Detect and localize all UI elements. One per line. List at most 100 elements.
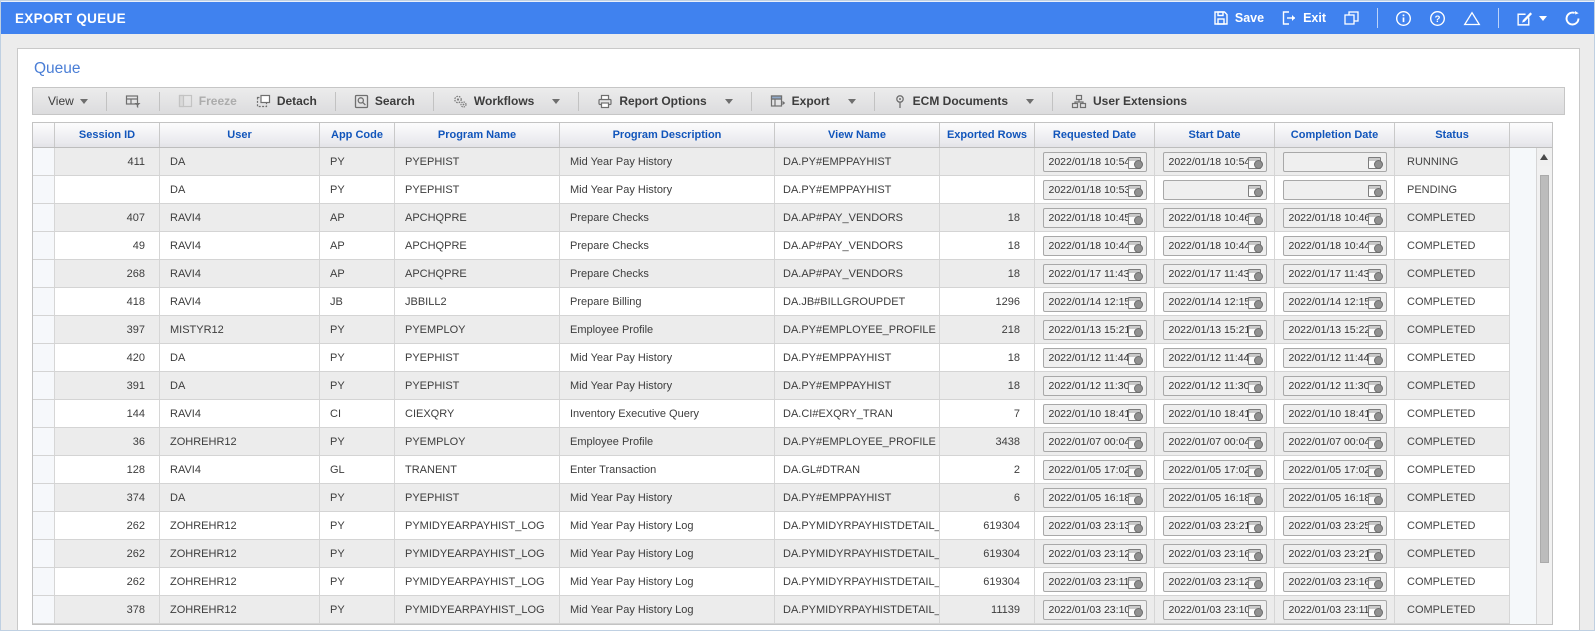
- calendar-clock-icon[interactable]: [1127, 211, 1143, 225]
- requested-date-input[interactable]: 2022/01/12 11:44: [1042, 347, 1147, 368]
- workflows-button[interactable]: Workflows: [447, 92, 565, 111]
- info-button[interactable]: [1395, 10, 1412, 27]
- start-date-input[interactable]: 2022/01/18 10:54: [1162, 151, 1267, 172]
- calendar-clock-icon[interactable]: [1247, 575, 1263, 589]
- completion-date-input[interactable]: [1282, 151, 1387, 172]
- scroll-up-button[interactable]: [1536, 148, 1552, 166]
- table-row[interactable]: 128 RAVI4 GL TRANENT Enter Transaction D…: [33, 456, 1510, 484]
- requested-date-input[interactable]: 2022/01/18 10:53: [1042, 179, 1147, 200]
- pages-button[interactable]: [1343, 10, 1360, 26]
- start-date-input[interactable]: 2022/01/03 23:12: [1162, 571, 1267, 592]
- row-selector[interactable]: [33, 288, 55, 315]
- column-header-exported-rows[interactable]: Exported Rows: [940, 123, 1035, 147]
- completion-date-input[interactable]: 2022/01/18 10:46: [1282, 207, 1387, 228]
- column-header-app-code[interactable]: App Code: [320, 123, 395, 147]
- requested-date-input[interactable]: 2022/01/05 17:02: [1042, 459, 1147, 480]
- row-selector[interactable]: [33, 540, 55, 567]
- column-header-program-description[interactable]: Program Description: [560, 123, 775, 147]
- search-button[interactable]: Search: [349, 92, 420, 111]
- save-button[interactable]: Save: [1213, 10, 1264, 26]
- requested-date-input[interactable]: 2022/01/17 11:43: [1042, 263, 1147, 284]
- calendar-clock-icon[interactable]: [1127, 239, 1143, 253]
- start-date-input[interactable]: 2022/01/18 10:44: [1162, 235, 1267, 256]
- query-by-example-button[interactable]: [120, 92, 146, 111]
- requested-date-input[interactable]: 2022/01/03 23:10: [1042, 599, 1147, 620]
- table-row[interactable]: 418 RAVI4 JB JBBILL2 Prepare Billing DA.…: [33, 288, 1510, 316]
- start-date-input[interactable]: 2022/01/03 23:21: [1162, 515, 1267, 536]
- user-extensions-button[interactable]: User Extensions: [1066, 92, 1192, 111]
- calendar-clock-icon[interactable]: [1367, 407, 1383, 421]
- table-row[interactable]: 374 DA PY PYEPHIST Mid Year Pay History …: [33, 484, 1510, 512]
- calendar-clock-icon[interactable]: [1127, 379, 1143, 393]
- table-row[interactable]: 420 DA PY PYEPHIST Mid Year Pay History …: [33, 344, 1510, 372]
- requested-date-input[interactable]: 2022/01/18 10:54: [1042, 151, 1147, 172]
- start-date-input[interactable]: 2022/01/07 00:04: [1162, 431, 1267, 452]
- help-button[interactable]: ?: [1429, 10, 1446, 27]
- calendar-clock-icon[interactable]: [1127, 463, 1143, 477]
- start-date-input[interactable]: 2022/01/03 23:10: [1162, 599, 1267, 620]
- column-header-completion-date[interactable]: Completion Date: [1275, 123, 1395, 147]
- row-selector[interactable]: [33, 400, 55, 427]
- start-date-input[interactable]: 2022/01/05 17:02: [1162, 459, 1267, 480]
- calendar-clock-icon[interactable]: [1367, 491, 1383, 505]
- completion-date-input[interactable]: 2022/01/03 23:25: [1282, 515, 1387, 536]
- calendar-clock-icon[interactable]: [1247, 603, 1263, 617]
- calendar-clock-icon[interactable]: [1247, 211, 1263, 225]
- column-header-start-date[interactable]: Start Date: [1155, 123, 1275, 147]
- calendar-clock-icon[interactable]: [1127, 547, 1143, 561]
- calendar-clock-icon[interactable]: [1247, 407, 1263, 421]
- view-menu-button[interactable]: View: [43, 92, 93, 110]
- table-row[interactable]: 411 DA PY PYEPHIST Mid Year Pay History …: [33, 148, 1510, 176]
- calendar-clock-icon[interactable]: [1247, 463, 1263, 477]
- table-row[interactable]: 49 RAVI4 AP APCHQPRE Prepare Checks DA.A…: [33, 232, 1510, 260]
- row-selector[interactable]: [33, 148, 55, 175]
- completion-date-input[interactable]: 2022/01/14 12:15: [1282, 291, 1387, 312]
- completion-date-input[interactable]: 2022/01/17 11:43: [1282, 263, 1387, 284]
- row-selector[interactable]: [33, 568, 55, 595]
- calendar-clock-icon[interactable]: [1247, 379, 1263, 393]
- table-row[interactable]: 36 ZOHREHR12 PY PYEMPLOY Employee Profil…: [33, 428, 1510, 456]
- start-date-input[interactable]: 2022/01/13 15:21: [1162, 319, 1267, 340]
- requested-date-input[interactable]: 2022/01/12 11:30: [1042, 375, 1147, 396]
- calendar-clock-icon[interactable]: [1247, 239, 1263, 253]
- requested-date-input[interactable]: 2022/01/18 10:44: [1042, 235, 1147, 256]
- calendar-clock-icon[interactable]: [1367, 435, 1383, 449]
- warning-button[interactable]: [1463, 10, 1481, 27]
- column-header-session-id[interactable]: Session ID: [55, 123, 160, 147]
- start-date-input[interactable]: 2022/01/14 12:15: [1162, 291, 1267, 312]
- calendar-clock-icon[interactable]: [1367, 603, 1383, 617]
- calendar-clock-icon[interactable]: [1247, 519, 1263, 533]
- calendar-clock-icon[interactable]: [1367, 183, 1383, 197]
- calendar-clock-icon[interactable]: [1367, 211, 1383, 225]
- refresh-button[interactable]: [1564, 10, 1581, 27]
- calendar-clock-icon[interactable]: [1367, 239, 1383, 253]
- requested-date-input[interactable]: 2022/01/07 00:04: [1042, 431, 1147, 452]
- table-row[interactable]: DA PY PYEPHIST Mid Year Pay History DA.P…: [33, 176, 1510, 204]
- exit-button[interactable]: Exit: [1281, 10, 1326, 26]
- table-row[interactable]: 262 ZOHREHR12 PY PYMIDYEARPAYHIST_LOG Mi…: [33, 568, 1510, 596]
- calendar-clock-icon[interactable]: [1247, 295, 1263, 309]
- completion-date-input[interactable]: [1282, 179, 1387, 200]
- calendar-clock-icon[interactable]: [1127, 351, 1143, 365]
- row-selector[interactable]: [33, 456, 55, 483]
- calendar-clock-icon[interactable]: [1247, 323, 1263, 337]
- start-date-input[interactable]: 2022/01/03 23:16: [1162, 543, 1267, 564]
- completion-date-input[interactable]: 2022/01/18 10:44: [1282, 235, 1387, 256]
- table-row[interactable]: 397 MISTYR12 PY PYEMPLOY Employee Profil…: [33, 316, 1510, 344]
- column-header-requested-date[interactable]: Requested Date: [1035, 123, 1155, 147]
- row-selector[interactable]: [33, 176, 55, 203]
- calendar-clock-icon[interactable]: [1247, 435, 1263, 449]
- start-date-input[interactable]: 2022/01/12 11:30: [1162, 375, 1267, 396]
- calendar-clock-icon[interactable]: [1127, 267, 1143, 281]
- export-button[interactable]: Export: [765, 92, 861, 111]
- column-header-status[interactable]: Status: [1395, 123, 1510, 147]
- freeze-button[interactable]: Freeze: [173, 92, 242, 110]
- calendar-clock-icon[interactable]: [1367, 379, 1383, 393]
- calendar-clock-icon[interactable]: [1247, 155, 1263, 169]
- start-date-input[interactable]: 2022/01/05 16:18: [1162, 487, 1267, 508]
- completion-date-input[interactable]: 2022/01/12 11:44: [1282, 347, 1387, 368]
- calendar-clock-icon[interactable]: [1367, 575, 1383, 589]
- start-date-input[interactable]: 2022/01/10 18:41: [1162, 403, 1267, 424]
- completion-date-input[interactable]: 2022/01/05 16:18: [1282, 487, 1387, 508]
- row-selector[interactable]: [33, 204, 55, 231]
